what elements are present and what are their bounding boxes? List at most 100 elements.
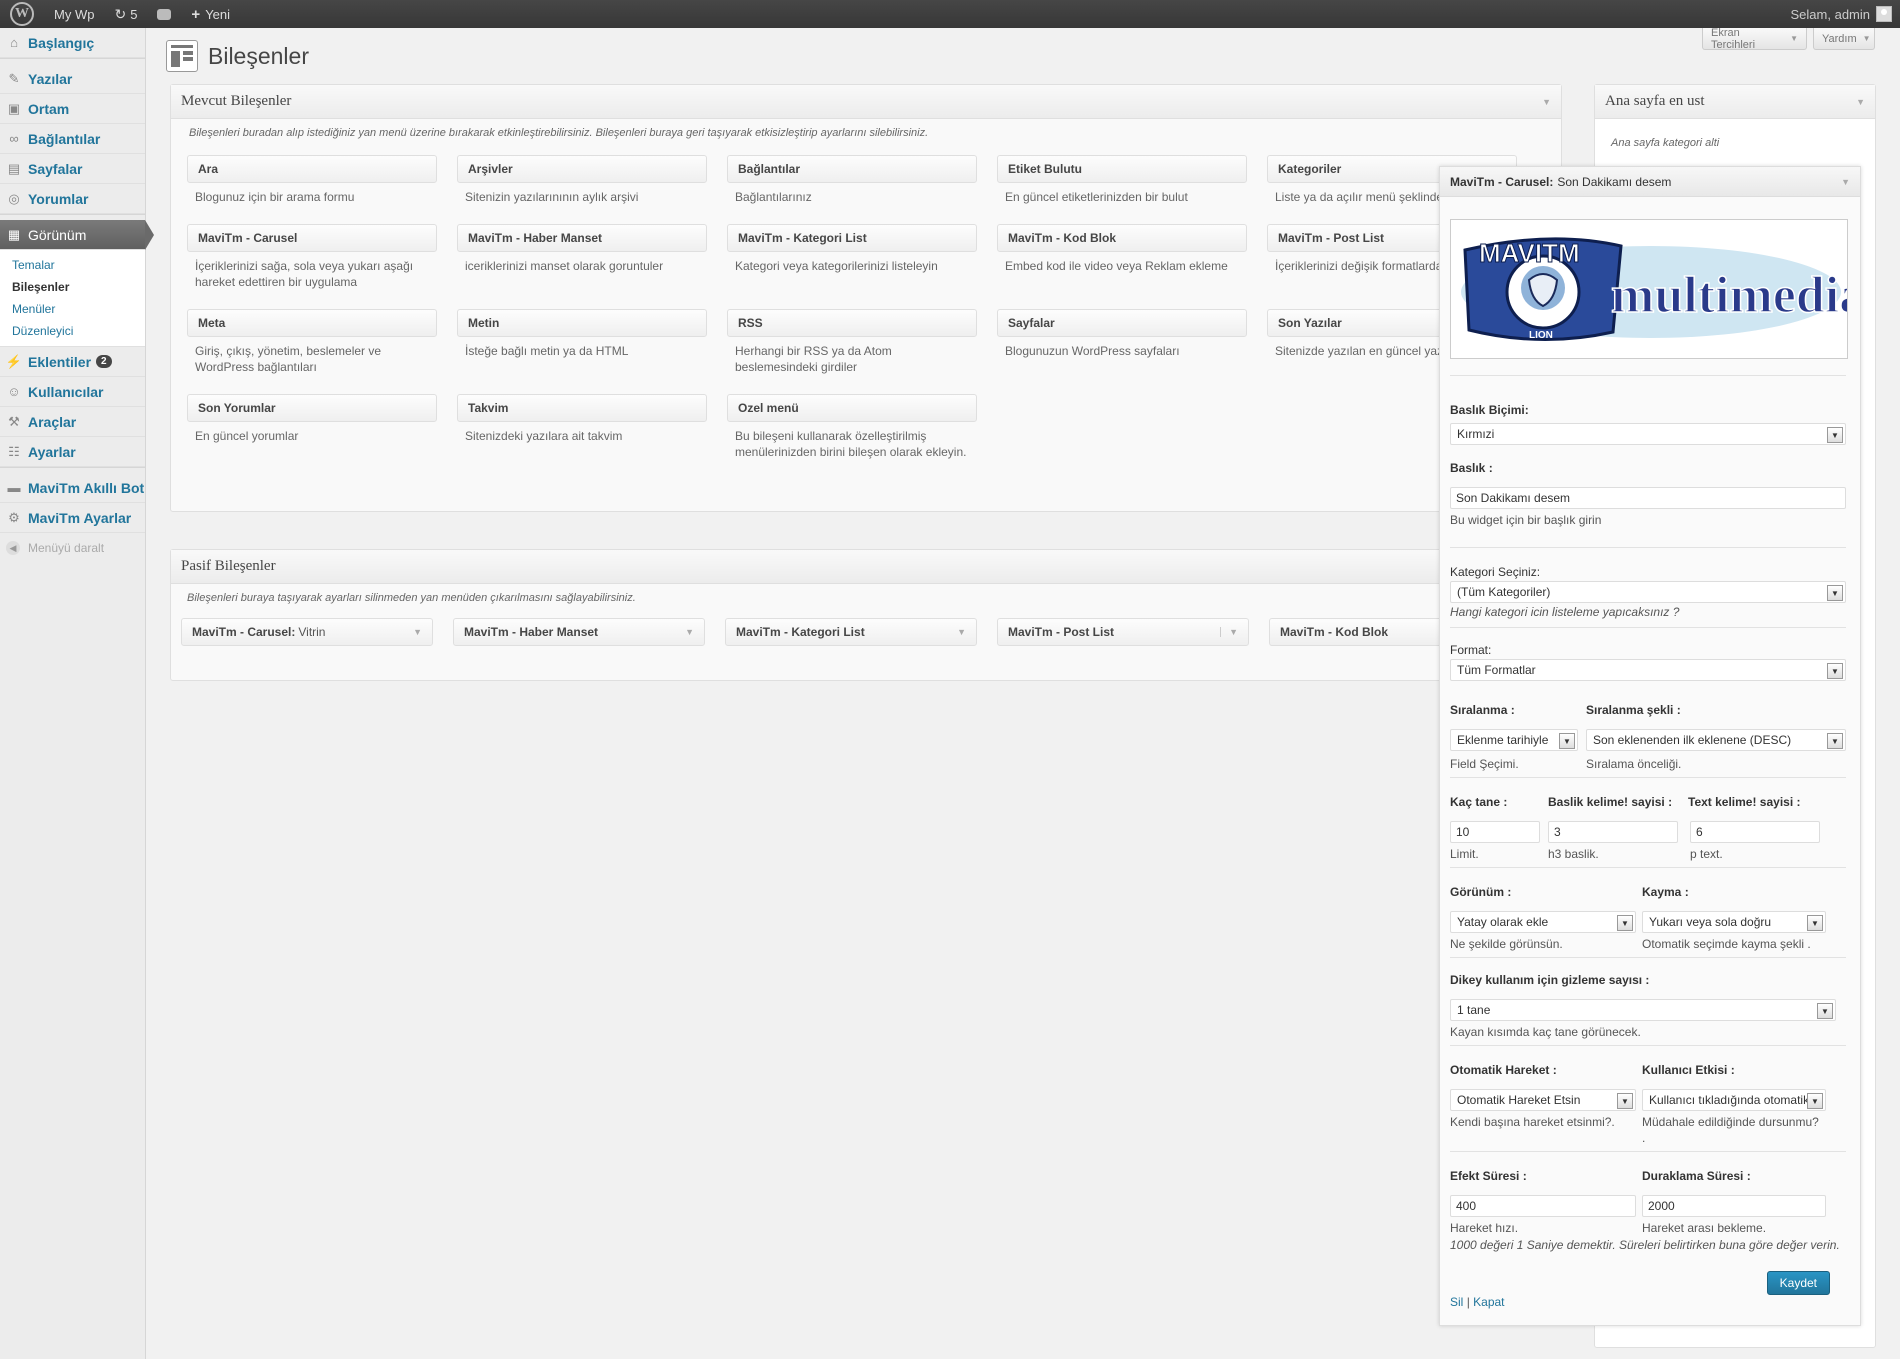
toggle-arrow-icon[interactable]: ▼ xyxy=(1841,177,1850,187)
scroll-select[interactable]: Yukarı veya sola doğru ▼ xyxy=(1642,911,1826,933)
widget-title[interactable]: MaviTm - Kategori List xyxy=(727,224,977,252)
format-select[interactable]: Tüm Formatlar ▼ xyxy=(1450,659,1846,681)
widget-links[interactable]: Bağlantılar Bağlantılarınız xyxy=(727,155,977,205)
widget-title[interactable]: Etiket Bulutu xyxy=(997,155,1247,183)
widget-title[interactable]: MaviTm - Kod Blok xyxy=(997,224,1247,252)
heading-style-select[interactable]: Kırmızi ▼ xyxy=(1450,423,1846,445)
toggle-arrow-icon[interactable]: ▼ xyxy=(1856,97,1865,107)
available-widgets-header[interactable]: Mevcut Bileşenler ▼ xyxy=(171,85,1561,119)
widget-title[interactable]: Meta xyxy=(187,309,437,337)
widget-archives[interactable]: Arşivler Sitenizin yazılarınının aylık ar… xyxy=(457,155,707,205)
screen-options-button[interactable]: Ekran Tercihleri ▼ xyxy=(1702,27,1807,51)
account-menu[interactable]: Selam, admin xyxy=(1791,0,1892,28)
delete-link[interactable]: Sil xyxy=(1450,1295,1463,1309)
new-content-link[interactable]: + Yeni xyxy=(181,0,240,28)
widget-title[interactable]: Arşivler xyxy=(457,155,707,183)
sidebar-item-posts[interactable]: ✎ Yazılar xyxy=(0,64,145,94)
title-input[interactable]: Son Dakikamı desem xyxy=(1450,487,1846,509)
comments-link[interactable] xyxy=(147,0,181,28)
media-icon: ▣ xyxy=(7,100,21,116)
toggle-arrow-icon[interactable]: ▼ xyxy=(1220,627,1238,637)
widget-recent-comments[interactable]: Son Yorumlar En güncel yorumlar xyxy=(187,394,437,444)
widget-mavitm-haber-manset[interactable]: MaviTm - Haber Manset iceriklerinizi mans… xyxy=(457,224,707,274)
widget-title[interactable]: Sayfalar xyxy=(997,309,1247,337)
input-value: 2000 xyxy=(1648,1199,1675,1213)
separator: | xyxy=(1466,1295,1470,1309)
toggle-arrow-icon[interactable]: ▼ xyxy=(1542,97,1551,107)
sidebar-item-mavitm-bot[interactable]: ▬ MaviTm Akıllı Bot xyxy=(0,473,145,503)
user-effect-label: Kullanıcı Etkisi : xyxy=(1642,1063,1735,1077)
widget-title[interactable]: Takvim xyxy=(457,394,707,422)
widget-subtitle: Vitrin xyxy=(298,625,326,639)
widget-mavitm-carusel[interactable]: MaviTm - Carusel İçeriklerinizi sağa, sol… xyxy=(187,224,437,290)
sidebar-item-dashboard[interactable]: ⌂ Başlangıç xyxy=(0,28,145,58)
widget-meta[interactable]: Meta Giriş, çıkış, yönetim, beslemeler ve… xyxy=(187,309,437,375)
widget-title[interactable]: Son Yorumlar xyxy=(187,394,437,422)
help-button[interactable]: Yardım ▼ xyxy=(1813,28,1875,50)
inactive-widget-haber-manset[interactable]: MaviTm - Haber Manset ▼ xyxy=(453,618,705,646)
toggle-arrow-icon[interactable]: ▼ xyxy=(685,627,694,637)
site-name-link[interactable]: My Wp xyxy=(44,0,104,28)
pause-duration-input[interactable]: 2000 xyxy=(1642,1195,1826,1217)
sidebar-item-comments[interactable]: ◎ Yorumlar xyxy=(0,184,145,214)
widget-editor-header[interactable]: MaviTm - Carusel: Son Dakikamı desem ▼ xyxy=(1440,167,1860,197)
gear-icon: ⚙ xyxy=(8,509,20,525)
submenu-item-editor[interactable]: Düzenleyici xyxy=(0,320,145,342)
sidebar-item-appearance[interactable]: ▦ Görünüm xyxy=(0,220,154,250)
close-link[interactable]: Kapat xyxy=(1473,1295,1504,1309)
widget-tag-cloud[interactable]: Etiket Bulutu En güncel etiketlerinizden … xyxy=(997,155,1247,205)
submenu-item-widgets[interactable]: Bileşenler xyxy=(0,276,145,298)
sidebar-item-media[interactable]: ▣ Ortam xyxy=(0,94,145,124)
hide-count-select[interactable]: 1 tane ▼ xyxy=(1450,999,1836,1021)
widget-title[interactable]: MaviTm - Haber Manset xyxy=(457,224,707,252)
sidebar-item-settings[interactable]: ☷ Ayarlar xyxy=(0,437,145,467)
updates-link[interactable]: ↻ 5 xyxy=(104,0,147,28)
widget-title[interactable]: Bağlantılar xyxy=(727,155,977,183)
orderby-label: Sıralanma şekli : xyxy=(1586,703,1681,717)
sidebar-item-users[interactable]: ☺ Kullanıcılar xyxy=(0,377,145,407)
title-words-input[interactable]: 3 xyxy=(1548,821,1678,843)
widget-rss[interactable]: RSS Herhangi bir RSS ya da Atom beslemesi… xyxy=(727,309,977,375)
auto-move-select[interactable]: Otomatik Hareket Etsin ▼ xyxy=(1450,1089,1636,1111)
plugin-icon: ⚡ xyxy=(5,353,23,369)
wp-logo-button[interactable]: W xyxy=(0,0,44,28)
effect-duration-input[interactable]: 400 xyxy=(1450,1195,1636,1217)
inactive-widget-carusel[interactable]: MaviTm - Carusel: Vitrin ▼ xyxy=(181,618,433,646)
sidebar-item-links[interactable]: ∞ Bağlantılar xyxy=(0,124,145,154)
inactive-widget-kategori-list[interactable]: MaviTm - Kategori List ▼ xyxy=(725,618,977,646)
submenu-item-menus[interactable]: Menüler xyxy=(0,298,145,320)
widget-title[interactable]: Ara xyxy=(187,155,437,183)
widget-custom-menu[interactable]: Ozel menü Bu bileşeni kullanarak özelleşt… xyxy=(727,394,977,460)
widget-calendar[interactable]: Takvim Sitenizdeki yazılara ait takvim xyxy=(457,394,707,444)
orderby-select[interactable]: Son eklenenden ilk eklenene (DESC) ▼ xyxy=(1586,729,1846,751)
submenu-item-themes[interactable]: Temalar xyxy=(0,254,145,276)
user-effect-select[interactable]: Kullanıcı tıkladığında otomatik ▼ xyxy=(1642,1089,1826,1111)
widget-title[interactable]: MaviTm - Carusel xyxy=(187,224,437,252)
toggle-arrow-icon[interactable]: ▼ xyxy=(957,627,966,637)
sidebar-item-mavitm-settings[interactable]: ⚙ MaviTm Ayarlar xyxy=(0,503,145,533)
widget-mavitm-kod-blok[interactable]: MaviTm - Kod Blok Embed kod ile video vey… xyxy=(997,224,1247,274)
text-words-input[interactable]: 6 xyxy=(1690,821,1820,843)
sidebar-item-pages[interactable]: ▤ Sayfalar xyxy=(0,154,145,184)
widget-title[interactable]: RSS xyxy=(727,309,977,337)
count-input[interactable]: 10 xyxy=(1450,821,1540,843)
save-button[interactable]: Kaydet xyxy=(1766,1271,1830,1295)
widget-title[interactable]: Metin xyxy=(457,309,707,337)
widget-pages[interactable]: Sayfalar Blogunuzun WordPress sayfaları xyxy=(997,309,1247,359)
text-words-label: Text kelime! sayisi : xyxy=(1688,795,1801,809)
order-select[interactable]: Eklenme tarihiyle ▼ xyxy=(1450,729,1578,751)
toggle-arrow-icon[interactable]: ▼ xyxy=(413,627,422,637)
sidebar-item-tools[interactable]: ⚒ Araçlar xyxy=(0,407,145,437)
widget-text[interactable]: Metin İsteğe bağlı metin ya da HTML xyxy=(457,309,707,359)
widget-mavitm-kategori-list[interactable]: MaviTm - Kategori List Kategori veya kate… xyxy=(727,224,977,274)
widget-search[interactable]: Ara Blogunuz için bir arama formu xyxy=(187,155,437,205)
sidebar-area-header[interactable]: Ana sayfa en ust ▼ xyxy=(1595,85,1875,119)
select-value: Otomatik Hareket Etsin xyxy=(1457,1093,1581,1107)
category-select[interactable]: (Tüm Kategoriler) ▼ xyxy=(1450,581,1846,603)
collapse-menu-button[interactable]: ◀ Menüyü daralt xyxy=(0,533,145,563)
inactive-widgets-header[interactable]: Pasif Bileşenler xyxy=(171,550,1561,584)
view-select[interactable]: Yatay olarak ekle ▼ xyxy=(1450,911,1636,933)
widget-title[interactable]: Ozel menü xyxy=(727,394,977,422)
inactive-widget-post-list[interactable]: MaviTm - Post List ▼ xyxy=(997,618,1249,646)
sidebar-item-plugins[interactable]: ⚡ Eklentiler 2 xyxy=(0,347,145,377)
